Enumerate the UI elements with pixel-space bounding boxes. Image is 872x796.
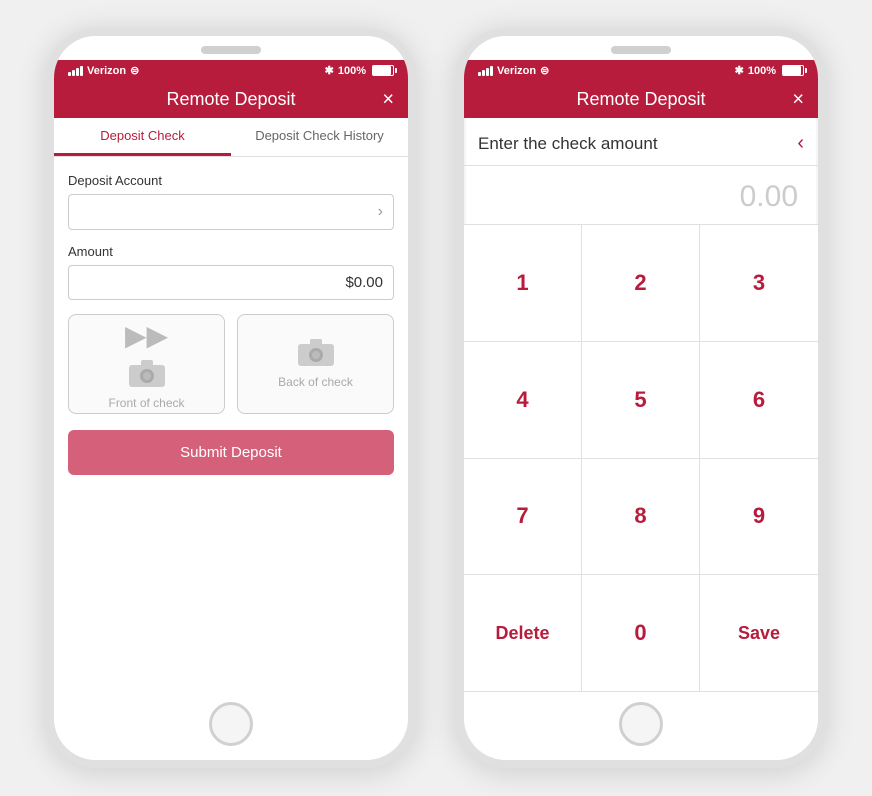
power-button [415,196,416,246]
volume-down-button [46,256,47,306]
status-left-2: Verizon ⊜ [478,64,549,77]
status-bar-1: Verizon ⊜ ✱ 100% [54,60,408,81]
side-button-right [415,196,416,246]
bar-3 [76,68,79,76]
camera-svg-front [129,360,165,388]
status-right-1: ✱ 100% [325,64,394,77]
key-4[interactable]: 4 [464,342,582,459]
deposit-account-label: Deposit Account [68,173,394,188]
key-0[interactable]: 0 [582,575,700,692]
side-button-right-2 [825,196,826,246]
camera-svg-back [298,339,334,367]
tabs-1: Deposit Check Deposit Check History [54,118,408,157]
carrier-2: Verizon [497,65,536,77]
signal-bars-1 [68,65,83,76]
phone-1: Verizon ⊜ ✱ 100% Remote Deposit × [46,28,416,768]
key-2[interactable]: 2 [582,225,700,342]
key-7[interactable]: 7 [464,459,582,576]
amount-value: $0.00 [345,274,383,291]
key-1[interactable]: 1 [464,225,582,342]
key-3[interactable]: 3 [700,225,818,342]
front-check-label: Front of check [108,396,184,410]
speaker-2 [611,46,671,54]
tab-deposit-check[interactable]: Deposit Check [54,118,231,156]
status-right-2: ✱ 100% [735,64,804,77]
signal-bars-2 [478,65,493,76]
bluetooth-icon-1: ✱ [325,64,334,77]
phone-bottom-2 [464,692,818,760]
mute-button-2 [456,156,457,186]
keypad-back-button[interactable]: ‹ [797,132,804,155]
camera-icon-front: ▶▶ [125,319,168,352]
amount-label: Amount [68,244,394,259]
volume-down-button-2 [456,256,457,306]
amount-input[interactable]: $0.00 [68,265,394,300]
app-title-1: Remote Deposit [166,89,295,110]
bar-1b [478,72,481,76]
app-header-2: Remote Deposit × [464,81,818,118]
key-6[interactable]: 6 [700,342,818,459]
bar-4b [490,66,493,76]
bar-2b [482,70,485,76]
keypad-header: Enter the check amount ‹ [464,118,818,166]
bar-2 [72,70,75,76]
bar-3b [486,68,489,76]
bar-4 [80,66,83,76]
back-check-label: Back of check [278,375,353,389]
screen-content-1: Deposit Account › Amount $0.00 ▶▶ [54,157,408,692]
key-delete[interactable]: Delete [464,575,582,692]
app-header-1: Remote Deposit × [54,81,408,118]
mute-button [46,156,47,186]
battery-fill-1 [373,66,391,75]
status-bar-2: Verizon ⊜ ✱ 100% [464,60,818,81]
deposit-account-input[interactable]: › [68,194,394,230]
keypad-grid: 1 2 3 4 5 6 7 8 9 Delete 0 Save [464,225,818,692]
battery-percent-2: 100% [748,65,776,77]
submit-deposit-button[interactable]: Submit Deposit [68,430,394,475]
battery-fill-2 [783,66,801,75]
tab-deposit-check-history[interactable]: Deposit Check History [231,118,408,156]
key-save[interactable]: Save [700,575,818,692]
deposit-account-arrow: › [378,203,383,221]
camera-row: ▶▶ Front of check [68,314,394,414]
phone-bottom-1 [54,692,408,760]
bluetooth-icon-2: ✱ [735,64,744,77]
back-button-2[interactable]: × [792,88,804,111]
side-buttons-left [46,156,47,306]
status-left-1: Verizon ⊜ [68,64,139,77]
wifi-icon-1: ⊜ [130,64,139,77]
phone-2: Verizon ⊜ ✱ 100% Remote Deposit × Enter [456,28,826,768]
close-button-1[interactable]: × [382,88,394,111]
amount-display: 0.00 [464,166,818,225]
bar-1 [68,72,71,76]
volume-up-button-2 [456,196,457,246]
phone-2-screen: Verizon ⊜ ✱ 100% Remote Deposit × Enter [464,60,818,692]
scene: Verizon ⊜ ✱ 100% Remote Deposit × [46,28,826,768]
battery-icon-2 [782,65,804,76]
speaker [201,46,261,54]
phone-1-screen: Verizon ⊜ ✱ 100% Remote Deposit × [54,60,408,692]
front-check-box[interactable]: ▶▶ Front of check [68,314,225,414]
app-title-2: Remote Deposit [576,89,705,110]
key-8[interactable]: 8 [582,459,700,576]
volume-up-button [46,196,47,246]
side-buttons-left-2 [456,156,457,306]
phone-top-2 [464,36,818,60]
home-button-1[interactable] [209,702,253,746]
keypad-prompt: Enter the check amount [478,134,658,154]
key-9[interactable]: 9 [700,459,818,576]
wifi-icon-2: ⊜ [540,64,549,77]
home-button-2[interactable] [619,702,663,746]
battery-percent-1: 100% [338,65,366,77]
back-check-box[interactable]: Back of check [237,314,394,414]
key-5[interactable]: 5 [582,342,700,459]
battery-icon-1 [372,65,394,76]
carrier-1: Verizon [87,65,126,77]
phone-top-speaker [54,36,408,60]
power-button-2 [825,196,826,246]
